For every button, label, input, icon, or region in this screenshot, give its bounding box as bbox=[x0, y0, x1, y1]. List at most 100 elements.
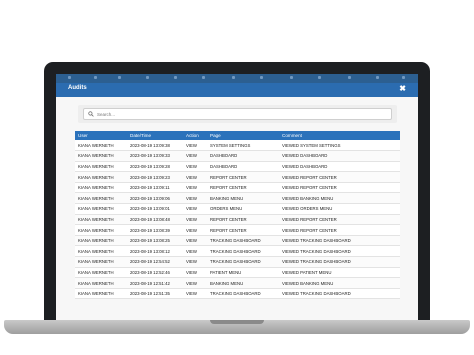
table-header-row: User Date/Time Action Page Comment bbox=[75, 131, 400, 140]
topbar-icons bbox=[56, 76, 418, 81]
cell-comment: VIEWED REPORT CENTER bbox=[279, 214, 400, 226]
audit-table-grid: User Date/Time Action Page Comment KIANA… bbox=[75, 131, 400, 300]
cell-comment: VIEWED PATIENT MENU bbox=[279, 267, 400, 279]
table-row[interactable]: KIANA WERNETH 2023-08-19 13:08:48 VIEW R… bbox=[75, 214, 400, 226]
close-icon[interactable]: ✖ bbox=[399, 84, 406, 93]
cell-user: KIANA WERNETH bbox=[75, 235, 127, 247]
modal-header: Audits ✖ bbox=[56, 83, 418, 97]
topbar-icon bbox=[232, 76, 235, 79]
cell-datetime: 2023-08-19 12:51:35 bbox=[127, 288, 183, 300]
cell-page: BANKING MENU bbox=[207, 277, 279, 289]
table-row[interactable]: KIANA WERNETH 2023-08-19 13:08:25 VIEW T… bbox=[75, 235, 400, 247]
cell-datetime: 2023-08-19 13:09:06 bbox=[127, 192, 183, 205]
table-row[interactable]: KIANA WERNETH 2023-08-19 13:09:06 VIEW B… bbox=[75, 192, 400, 205]
cell-user: KIANA WERNETH bbox=[75, 171, 127, 183]
cell-page: DASHBOARD bbox=[207, 161, 279, 173]
cell-comment: VIEWED ORDERS MENU bbox=[279, 203, 400, 215]
column-header-action[interactable]: Action bbox=[183, 131, 207, 140]
topbar-icon bbox=[202, 76, 205, 79]
cell-user: KIANA WERNETH bbox=[75, 256, 127, 268]
topbar-icon bbox=[348, 76, 351, 79]
cell-action: VIEW bbox=[183, 161, 207, 173]
cell-action: VIEW bbox=[183, 150, 207, 162]
search-input[interactable] bbox=[97, 110, 387, 119]
laptop-base bbox=[4, 320, 470, 334]
cell-datetime: 2023-08-19 12:54:52 bbox=[127, 256, 183, 268]
cell-page: REPORT CENTER bbox=[207, 214, 279, 226]
cell-comment: VIEWED TRACKING DASHBOARD bbox=[279, 245, 400, 258]
cell-user: KIANA WERNETH bbox=[75, 161, 127, 173]
cell-page: BANKING MENU bbox=[207, 192, 279, 205]
table-row[interactable]: KIANA WERNETH 2023-08-19 12:52:46 VIEW P… bbox=[75, 267, 400, 279]
cell-user: KIANA WERNETH bbox=[75, 224, 127, 236]
cell-datetime: 2023-08-19 13:09:38 bbox=[127, 140, 183, 152]
cell-page: TRACKING DASHBOARD bbox=[207, 245, 279, 258]
table-row[interactable]: KIANA WERNETH 2023-08-19 12:54:52 VIEW T… bbox=[75, 256, 400, 268]
cell-page: REPORT CENTER bbox=[207, 224, 279, 236]
topbar-icon bbox=[68, 76, 71, 79]
cell-action: VIEW bbox=[183, 267, 207, 279]
cell-comment: VIEWED REPORT CENTER bbox=[279, 171, 400, 183]
cell-datetime: 2023-08-19 13:08:12 bbox=[127, 245, 183, 258]
table-row[interactable]: KIANA WERNETH 2023-08-19 13:08:12 VIEW T… bbox=[75, 245, 400, 258]
cell-user: KIANA WERNETH bbox=[75, 140, 127, 152]
cell-comment: VIEWED BANKING MENU bbox=[279, 277, 400, 289]
cell-datetime: 2023-08-19 12:51:42 bbox=[127, 277, 183, 289]
topbar-icon bbox=[146, 76, 149, 79]
table-row[interactable]: KIANA WERNETH 2023-08-19 13:09:11 VIEW R… bbox=[75, 182, 400, 194]
cell-action: VIEW bbox=[183, 224, 207, 236]
cell-comment: VIEWED DASHBOARD bbox=[279, 161, 400, 173]
cell-page: DASHBOARD bbox=[207, 150, 279, 162]
cell-action: VIEW bbox=[183, 203, 207, 215]
cell-datetime: 2023-08-19 13:09:28 bbox=[127, 161, 183, 173]
table-row[interactable]: KIANA WERNETH 2023-08-19 13:09:33 VIEW D… bbox=[75, 150, 400, 162]
table-row[interactable]: KIANA WERNETH 2023-08-19 13:09:23 VIEW R… bbox=[75, 171, 400, 183]
cell-user: KIANA WERNETH bbox=[75, 182, 127, 194]
cell-comment: VIEWED TRACKING DASHBOARD bbox=[279, 256, 400, 268]
cell-page: REPORT CENTER bbox=[207, 171, 279, 183]
cell-datetime: 2023-08-19 13:09:33 bbox=[127, 150, 183, 162]
search-panel bbox=[78, 105, 397, 123]
app-topbar bbox=[56, 74, 418, 83]
cell-user: KIANA WERNETH bbox=[75, 245, 127, 258]
cell-datetime: 2023-08-19 13:09:01 bbox=[127, 203, 183, 215]
cell-comment: VIEWED REPORT CENTER bbox=[279, 182, 400, 194]
column-header-user[interactable]: User bbox=[75, 131, 127, 140]
cell-action: VIEW bbox=[183, 182, 207, 194]
cell-user: KIANA WERNETH bbox=[75, 150, 127, 162]
topbar-icon bbox=[402, 76, 405, 79]
table-row[interactable]: KIANA WERNETH 2023-08-19 13:09:01 VIEW O… bbox=[75, 203, 400, 215]
cell-page: SYSTEM SETTINGS bbox=[207, 140, 279, 152]
cell-comment: VIEWED TRACKING DASHBOARD bbox=[279, 235, 400, 247]
table-row[interactable]: KIANA WERNETH 2023-08-19 12:51:35 VIEW T… bbox=[75, 288, 400, 300]
cell-page: TRACKING DASHBOARD bbox=[207, 288, 279, 300]
cell-datetime: 2023-08-19 13:08:48 bbox=[127, 214, 183, 226]
search-box bbox=[83, 108, 392, 120]
cell-user: KIANA WERNETH bbox=[75, 192, 127, 205]
cell-action: VIEW bbox=[183, 140, 207, 152]
audit-table: User Date/Time Action Page Comment KIANA… bbox=[75, 131, 400, 300]
search-icon bbox=[88, 111, 94, 117]
cell-page: TRACKING DASHBOARD bbox=[207, 256, 279, 268]
table-row[interactable]: KIANA WERNETH 2023-08-19 13:09:28 VIEW D… bbox=[75, 161, 400, 173]
cell-page: ORDERS MENU bbox=[207, 203, 279, 215]
cell-action: VIEW bbox=[183, 277, 207, 289]
cell-user: KIANA WERNETH bbox=[75, 288, 127, 300]
cell-action: VIEW bbox=[183, 256, 207, 268]
column-header-datetime[interactable]: Date/Time bbox=[127, 131, 183, 140]
topbar-icon bbox=[290, 76, 293, 79]
table-row[interactable]: KIANA WERNETH 2023-08-19 13:08:39 VIEW R… bbox=[75, 224, 400, 236]
cell-comment: VIEWED TRACKING DASHBOARD bbox=[279, 288, 400, 300]
table-row[interactable]: KIANA WERNETH 2023-08-19 12:51:42 VIEW B… bbox=[75, 277, 400, 289]
column-header-page[interactable]: Page bbox=[207, 131, 279, 140]
cell-page: PATIENT MENU bbox=[207, 267, 279, 279]
cell-datetime: 2023-08-19 13:08:25 bbox=[127, 235, 183, 247]
topbar-icon bbox=[376, 76, 379, 79]
cell-action: VIEW bbox=[183, 288, 207, 300]
cell-action: VIEW bbox=[183, 214, 207, 226]
column-header-comment[interactable]: Comment bbox=[279, 131, 400, 140]
cell-action: VIEW bbox=[183, 171, 207, 183]
table-row[interactable]: KIANA WERNETH 2023-08-19 13:09:38 VIEW S… bbox=[75, 140, 400, 152]
laptop-notch bbox=[210, 320, 264, 324]
cell-user: KIANA WERNETH bbox=[75, 203, 127, 215]
